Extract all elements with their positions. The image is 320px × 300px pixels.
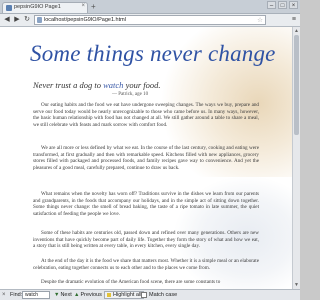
find-previous-label: Previous [80, 292, 102, 298]
address-bar[interactable]: localhost/pepsinG9IO/Page1.html ☆ [34, 15, 266, 25]
tab-bar: pepsinG9IO Page1 × + – □ × [0, 0, 300, 14]
paragraph: What remains when the novelty has worn o… [33, 191, 259, 218]
navigation-bar: ◀ ▶ ↻ localhost/pepsinG9IO/Page1.html ☆ … [0, 14, 300, 27]
highlight-all-label: Highlight all [113, 292, 142, 298]
highlight-all-button[interactable]: Highlight all [104, 291, 145, 299]
maximize-icon[interactable]: □ [278, 1, 287, 9]
highlighter-icon [107, 292, 111, 297]
reload-icon[interactable]: ↻ [22, 15, 32, 25]
subtitle-highlight: watch [103, 80, 124, 90]
find-input[interactable]: watch [22, 291, 50, 299]
paragraph: We are all more or less defined by what … [33, 145, 259, 172]
paragraph: Despite the dramatic evolution of the Am… [41, 279, 221, 285]
page-content: Some things never change Never trust a d… [0, 27, 292, 289]
menu-icon[interactable]: ≡ [292, 15, 296, 25]
match-case-label: Match case [149, 292, 178, 298]
scroll-up-icon[interactable]: ▲ [294, 28, 299, 34]
back-icon[interactable]: ◀ [2, 15, 12, 25]
minimize-icon[interactable]: – [267, 1, 276, 9]
favicon-icon [6, 5, 12, 11]
paragraph: Our eating habits and the food we eat ha… [33, 102, 259, 129]
subtitle-pre: Never trust a dog to [33, 80, 104, 90]
close-tab-icon[interactable]: × [81, 3, 85, 9]
lock-icon [37, 17, 42, 23]
find-bar: × Find: watch ▼Next ▲Previous Highlight … [0, 289, 300, 300]
forward-icon[interactable]: ▶ [12, 15, 22, 25]
paragraph: Some of these habits are centuries old, … [33, 230, 259, 250]
star-icon[interactable]: ☆ [257, 16, 263, 24]
arrow-up-icon: ▲ [74, 292, 80, 298]
checkbox-icon[interactable] [141, 291, 147, 298]
article-byline: — Patrick, age 10 [112, 92, 149, 97]
tab-title: pepsinG9IO Page1 [14, 4, 61, 10]
browser-window: pepsinG9IO Page1 × + – □ × ◀ ▶ ↻ localho… [0, 0, 300, 300]
url-text: localhost/pepsinG9IO/Page1.html [44, 17, 126, 23]
find-next-label: Next [60, 292, 72, 298]
close-window-icon[interactable]: × [289, 1, 298, 9]
article-title: Some things never change [30, 41, 276, 66]
new-tab-button[interactable]: + [91, 2, 96, 12]
vertical-scrollbar[interactable]: ▲ ▼ [292, 27, 300, 289]
paragraph: At the end of the day it is the food we … [33, 258, 259, 271]
article-subtitle: Never trust a dog to watch your food. [33, 80, 161, 90]
find-label: Find: [10, 292, 23, 298]
find-previous-button[interactable]: ▲Previous [74, 291, 102, 299]
scroll-down-icon[interactable]: ▼ [294, 282, 299, 288]
window-controls: – □ × [267, 1, 298, 9]
scrollbar-thumb[interactable] [294, 35, 299, 135]
tab-page1[interactable]: pepsinG9IO Page1 × [2, 2, 88, 13]
close-find-icon[interactable]: × [2, 291, 6, 299]
match-case-toggle[interactable]: Match case [141, 291, 177, 299]
find-next-button[interactable]: ▼Next [54, 291, 72, 299]
arrow-down-icon: ▼ [54, 292, 60, 298]
subtitle-post: your food. [123, 80, 161, 90]
